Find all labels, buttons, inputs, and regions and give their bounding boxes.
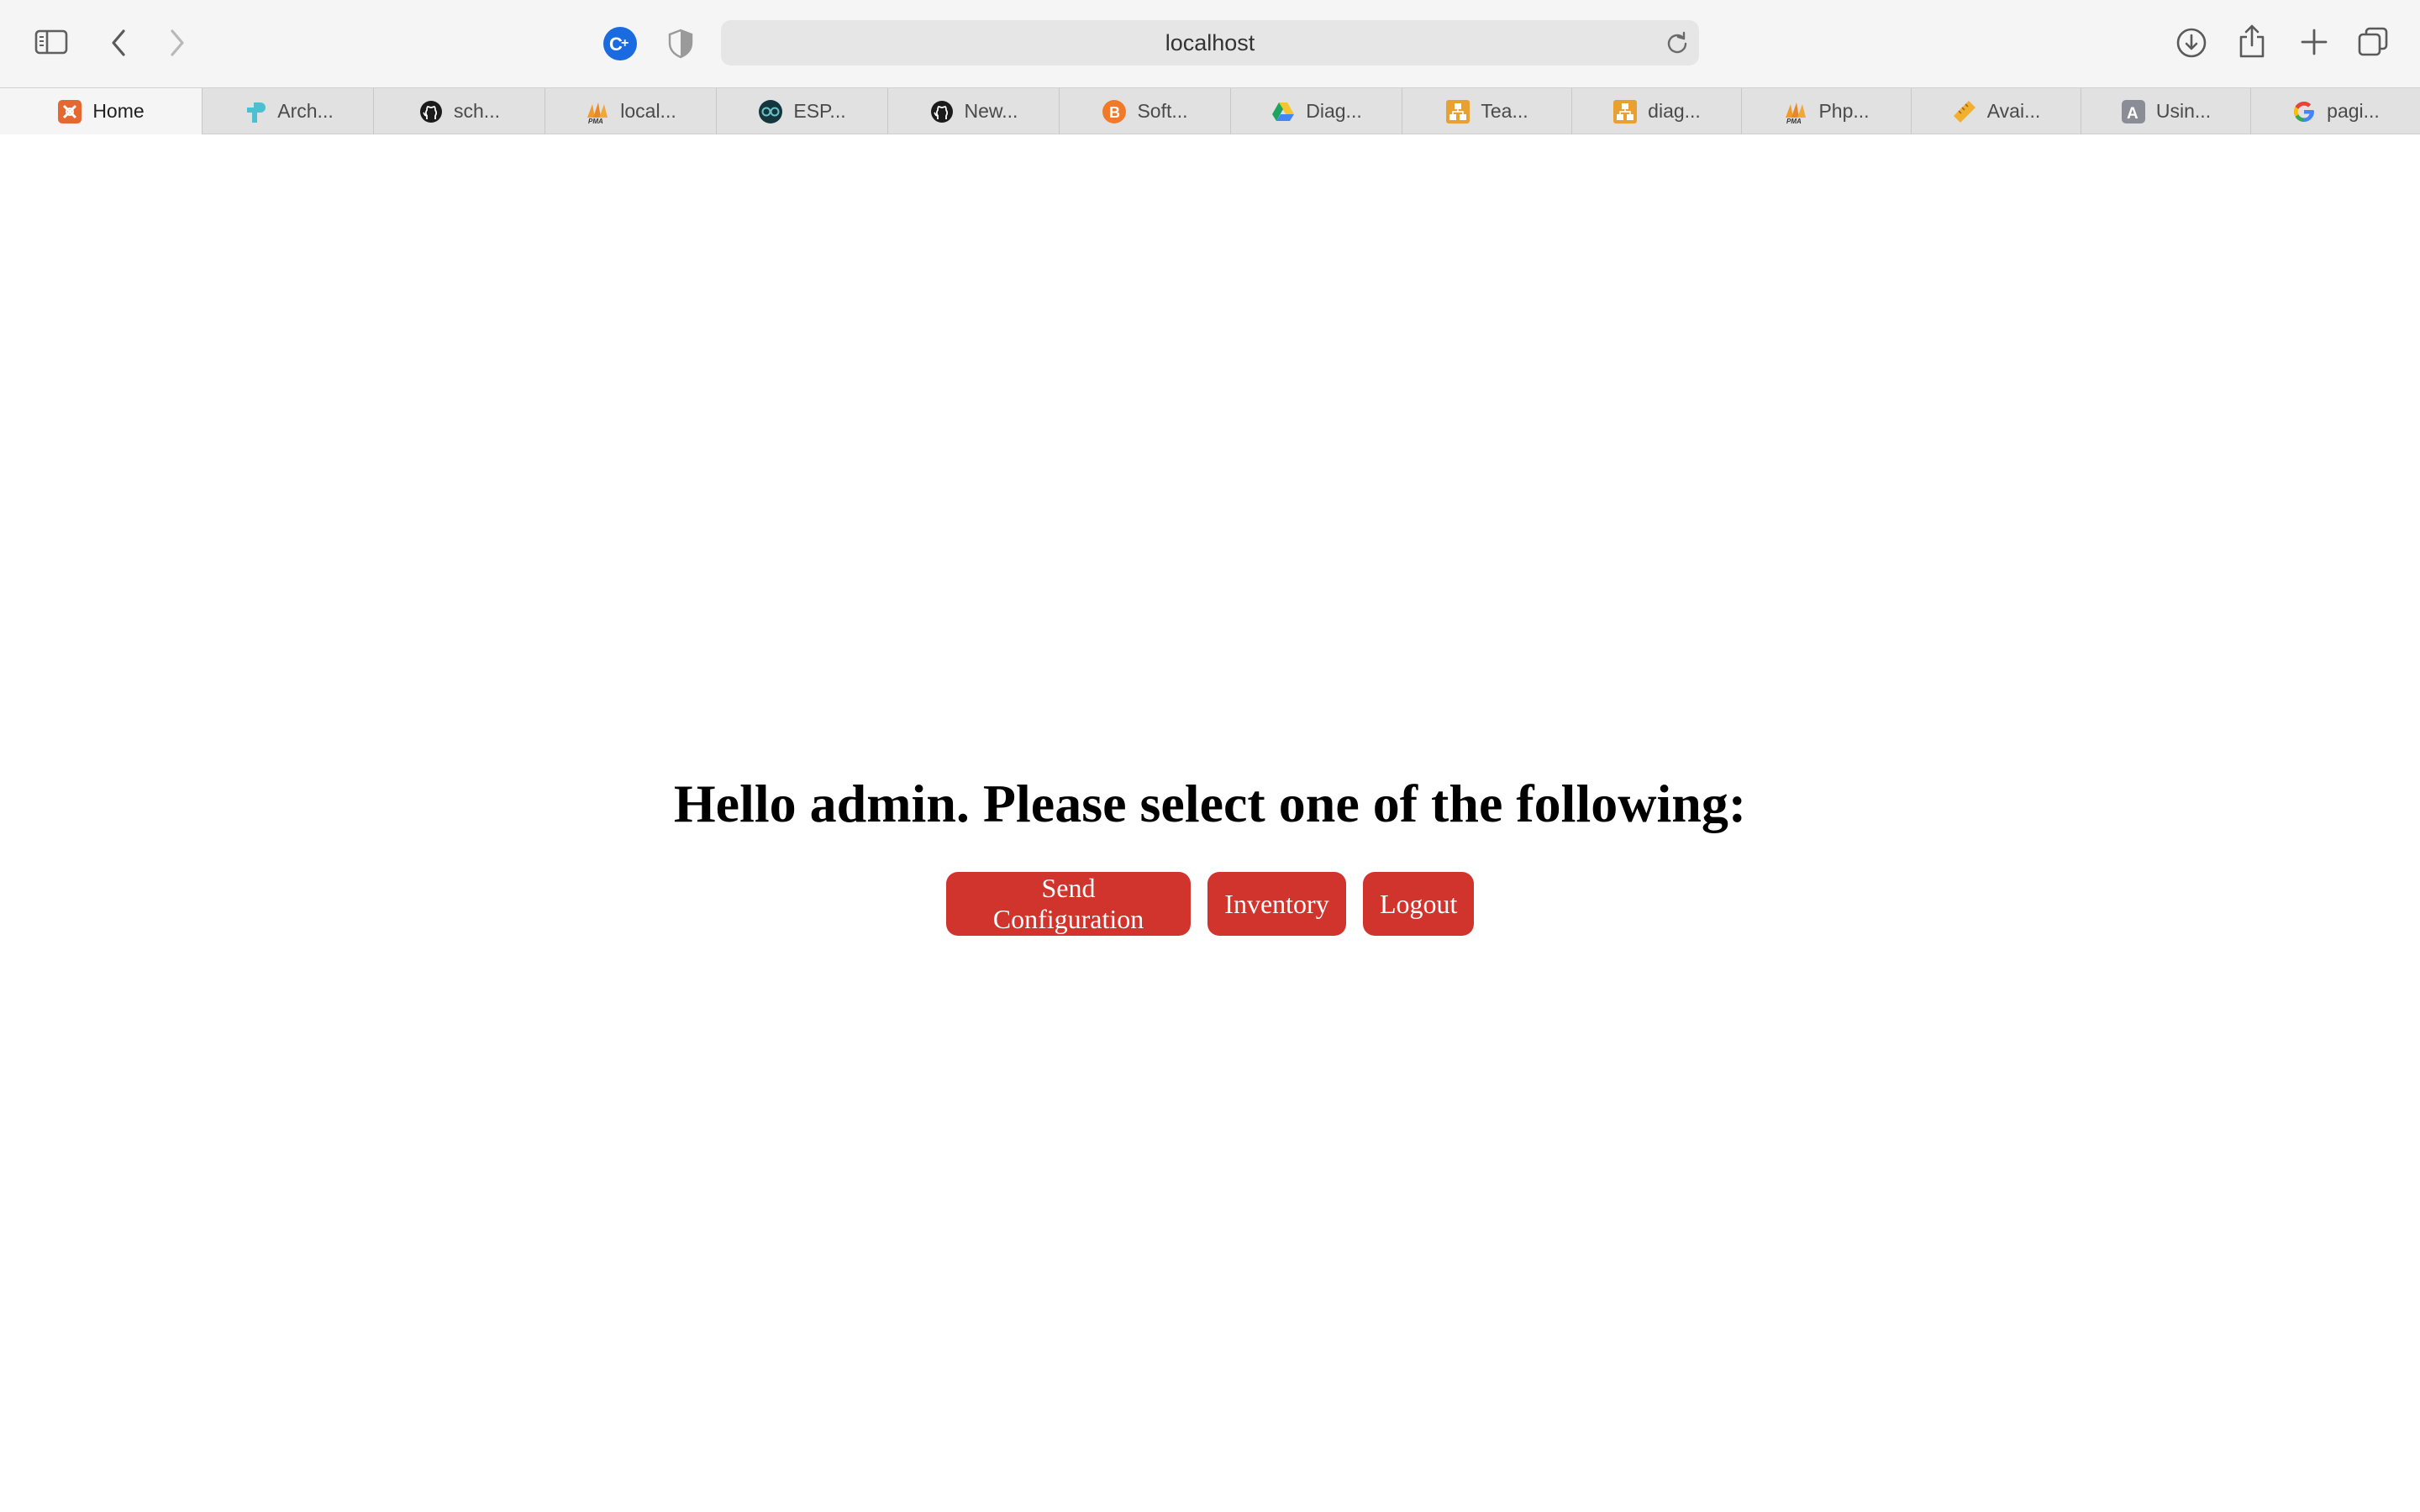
tab-label: New...: [964, 100, 1018, 122]
ruler-icon: [1952, 99, 1977, 124]
svg-text:A: A: [2127, 105, 2139, 123]
tab-esp[interactable]: ESP...: [717, 88, 888, 134]
phpmyadmin-icon: PMA: [585, 99, 610, 124]
arduino-icon: [758, 99, 783, 124]
svg-text:+: +: [621, 36, 629, 50]
tab-label: Usin...: [2155, 100, 2212, 122]
svg-text:PMA: PMA: [588, 118, 603, 124]
github-icon: [418, 99, 444, 124]
sidebar-icon[interactable]: [34, 27, 69, 57]
tab-label: Tea...: [1481, 100, 1528, 122]
tab-arch[interactable]: Arch...: [203, 88, 374, 134]
tab-sch[interactable]: sch...: [374, 88, 545, 134]
tab-diag-2[interactable]: diag...: [1572, 88, 1742, 134]
inventory-button[interactable]: Inventory: [1207, 872, 1346, 936]
tab-pagi[interactable]: pagi...: [2251, 88, 2420, 134]
google-drive-icon: [1270, 99, 1296, 124]
back-chevron-left-icon[interactable]: [108, 27, 129, 59]
tab-avai[interactable]: Avai...: [1912, 88, 2081, 134]
tab-label: pagi...: [2327, 100, 2380, 122]
reload-icon[interactable]: [1665, 31, 1689, 59]
tab-label: sch...: [454, 100, 500, 122]
tab-home[interactable]: Home: [0, 88, 203, 134]
tab-label: Home: [92, 100, 145, 122]
xampp-icon: [57, 99, 82, 124]
tab-label: local...: [620, 100, 676, 122]
forward-chevron-right-icon[interactable]: [166, 27, 188, 59]
tab-label: Arch...: [277, 100, 334, 122]
share-icon[interactable]: [2237, 22, 2267, 60]
tab-soft[interactable]: B Soft...: [1060, 88, 1231, 134]
url-text: localhost: [1165, 30, 1255, 55]
tplink-icon: [242, 99, 267, 124]
tab-usin[interactable]: A Usin...: [2081, 88, 2251, 134]
tab-local[interactable]: PMA local...: [545, 88, 717, 134]
tab-tea[interactable]: Tea...: [1402, 88, 1572, 134]
page-heading: Hello admin. Please select one of the fo…: [673, 774, 1747, 833]
logout-button[interactable]: Logout: [1363, 872, 1474, 936]
c-plus-extension-icon[interactable]: C +: [602, 25, 639, 62]
new-tab-plus-icon[interactable]: [2297, 25, 2331, 59]
github-icon: [929, 99, 955, 124]
diagram-icon: [1612, 99, 1638, 124]
browser-toolbar: C + localhost: [0, 0, 2420, 87]
phpmyadmin-icon: PMA: [1783, 99, 1808, 124]
tab-diag[interactable]: Diag...: [1231, 88, 1402, 134]
tab-label: Diag...: [1306, 100, 1362, 122]
bitcoin-icon: B: [1102, 99, 1127, 124]
send-configuration-button[interactable]: Send Configuration: [946, 872, 1191, 936]
tab-new[interactable]: New...: [888, 88, 1060, 134]
page-content: Hello admin. Please select one of the fo…: [0, 134, 2420, 1512]
download-icon[interactable]: [2175, 25, 2208, 60]
tab-label: ESP...: [793, 100, 846, 122]
diagram-icon: [1445, 99, 1470, 124]
address-bar[interactable]: localhost: [721, 20, 1699, 66]
tabs-overview-icon[interactable]: [2356, 25, 2390, 59]
tab-label: Soft...: [1137, 100, 1188, 122]
google-icon: [2291, 99, 2317, 124]
tab-php[interactable]: PMA Php...: [1742, 88, 1912, 134]
tab-label: Avai...: [1986, 100, 2041, 122]
tab-label: diag...: [1648, 100, 1701, 122]
svg-text:PMA: PMA: [1786, 118, 1802, 124]
shield-icon[interactable]: [666, 27, 696, 60]
tab-label: Php...: [1818, 100, 1870, 122]
tab-bar: Home Arch... sch... PMA local... ESP... …: [0, 87, 2420, 134]
letter-a-icon: A: [2121, 99, 2146, 124]
svg-text:B: B: [1109, 104, 1120, 121]
action-buttons: Send Configuration Inventory Logout: [0, 872, 2420, 936]
